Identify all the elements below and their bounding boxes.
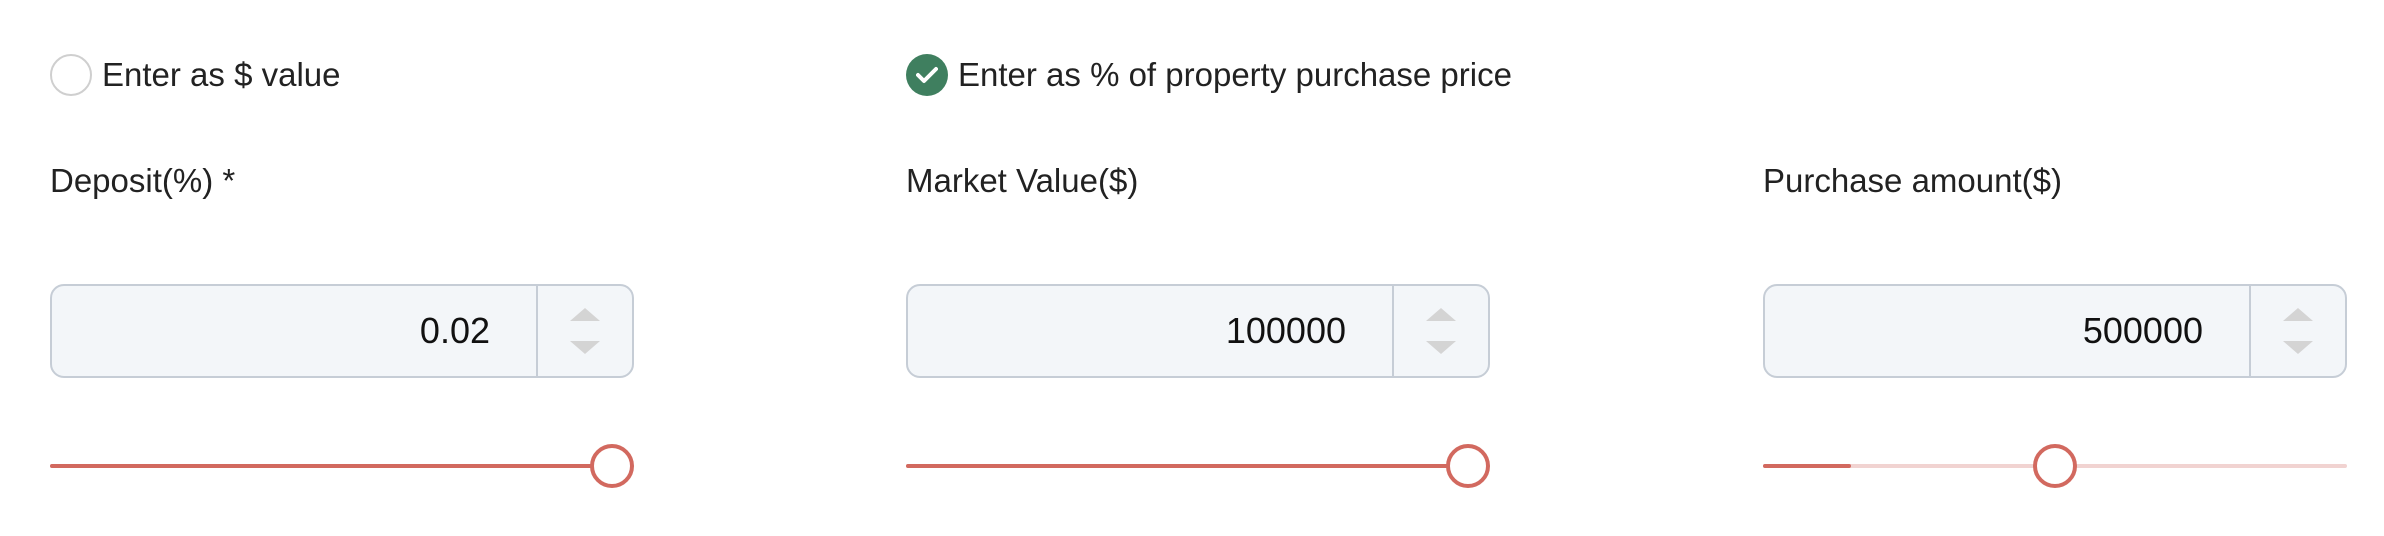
purchase-amount-slider[interactable] xyxy=(1763,444,2347,488)
deposit-slider[interactable] xyxy=(50,444,634,488)
market-value-label: Market Value($) xyxy=(906,162,1139,199)
chevron-up-icon[interactable] xyxy=(2283,308,2313,321)
radio-checked-icon[interactable] xyxy=(906,54,948,96)
chevron-down-icon[interactable] xyxy=(1426,341,1456,354)
purchase-amount-input[interactable]: 500000 xyxy=(1763,284,2347,378)
slider-fill xyxy=(1763,464,1851,468)
purchase-amount-label: Purchase amount($) xyxy=(1763,162,2062,199)
market-value-slider[interactable] xyxy=(906,444,1490,488)
radio-dollar-value-label: Enter as $ value xyxy=(102,56,341,93)
radio-percent-value[interactable]: Enter as % of property purchase price xyxy=(906,54,1512,96)
purchase-amount-spinner xyxy=(2249,286,2345,376)
slider-fill xyxy=(906,464,1468,468)
radio-dollar-value[interactable]: Enter as $ value xyxy=(50,54,340,96)
market-value-input-value[interactable]: 100000 xyxy=(908,286,1392,376)
slider-thumb[interactable] xyxy=(1446,444,1490,488)
purchase-amount-input-value[interactable]: 500000 xyxy=(1765,286,2249,376)
chevron-down-icon[interactable] xyxy=(2283,341,2313,354)
deposit-input-value[interactable]: 0.02 xyxy=(52,286,536,376)
chevron-down-icon[interactable] xyxy=(570,341,600,354)
deposit-input[interactable]: 0.02 xyxy=(50,284,634,378)
deposit-label: Deposit(%) * xyxy=(50,162,236,199)
check-icon xyxy=(916,67,938,83)
deposit-spinner xyxy=(536,286,632,376)
deposit-form: Enter as $ value Enter as % of property … xyxy=(0,0,2384,536)
radio-percent-value-label: Enter as % of property purchase price xyxy=(958,56,1512,93)
radio-circle-unchecked-icon[interactable] xyxy=(50,54,92,96)
market-value-spinner xyxy=(1392,286,1488,376)
slider-thumb[interactable] xyxy=(2033,444,2077,488)
slider-fill xyxy=(50,464,612,468)
market-value-input[interactable]: 100000 xyxy=(906,284,1490,378)
chevron-up-icon[interactable] xyxy=(570,308,600,321)
slider-thumb[interactable] xyxy=(590,444,634,488)
chevron-up-icon[interactable] xyxy=(1426,308,1456,321)
